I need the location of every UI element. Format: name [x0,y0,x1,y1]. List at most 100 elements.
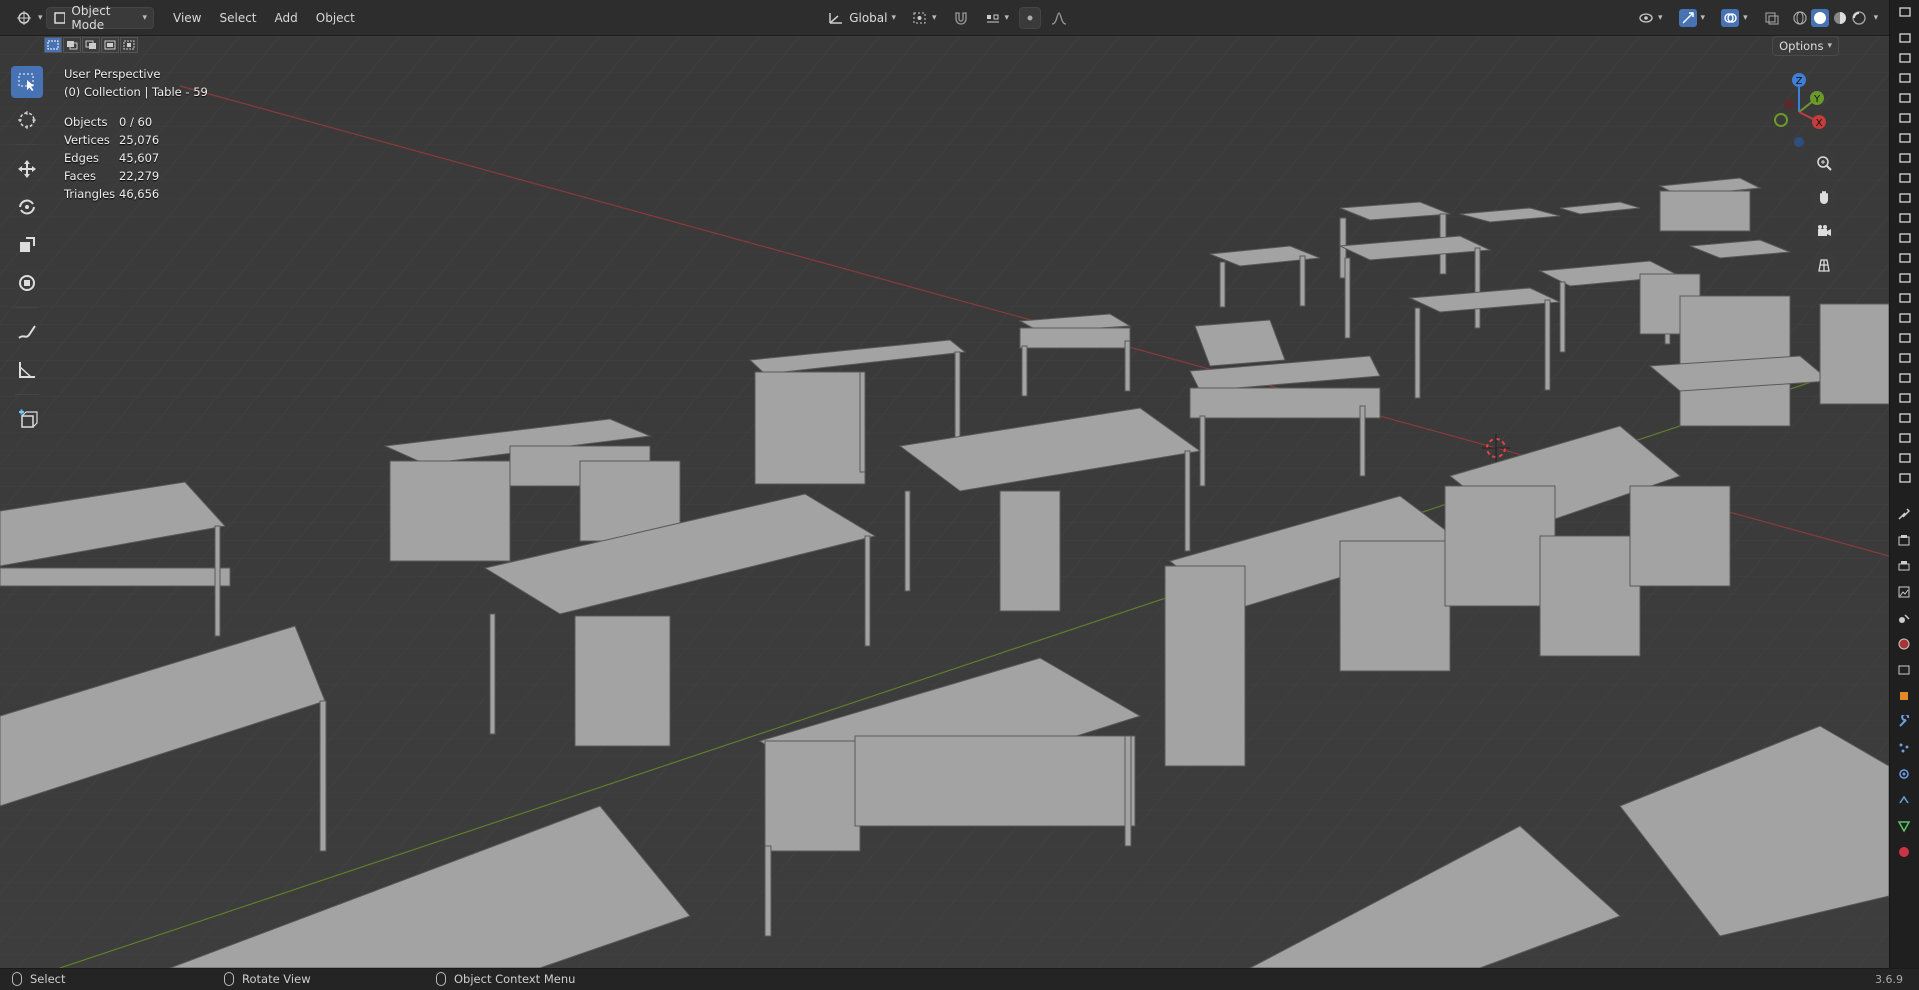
select-new-icon[interactable] [44,37,62,53]
options-dropdown[interactable]: Options ▾ [1772,36,1839,56]
render-toggle-icon[interactable] [1899,213,1911,223]
camera-view-button[interactable] [1811,218,1837,244]
render-toggle-icon[interactable] [1899,293,1911,303]
render-toggle-icon[interactable] [1899,173,1911,183]
gizmo-neg-z[interactable] [1794,137,1804,147]
render-toggle-icon[interactable] [1899,113,1911,123]
stat-value: 25,076 [119,133,160,147]
render-toggle-icon[interactable] [1899,93,1911,103]
render-toggle-icon[interactable] [1899,233,1911,243]
wireframe-shading-icon[interactable] [1792,10,1808,26]
render-toggle-icon[interactable] [1899,193,1911,203]
render-toggle-icon[interactable] [1899,253,1911,263]
camera-icon [1818,225,1831,236]
transform-tool[interactable] [11,267,43,299]
render-toggle-icon[interactable] [1899,413,1911,423]
select-invert-icon[interactable] [101,37,119,53]
select-box-tool[interactable] [11,66,43,98]
falloff-dropdown[interactable] [1045,7,1073,29]
menu-select[interactable]: Select [210,11,265,25]
viewport-header: ▾ Object Mode ▾ View Select Add Object G… [0,0,1889,36]
render-toggle-icon[interactable] [1899,473,1911,483]
render-toggle-icon[interactable] [1899,133,1911,143]
scale-tool[interactable] [11,229,43,261]
render-toggle-icon[interactable] [1899,53,1911,63]
mode-dropdown[interactable]: Object Mode ▾ [46,4,154,32]
particles-properties-tab[interactable] [1895,739,1913,757]
xray-toggle[interactable] [1758,7,1786,29]
measure-tool[interactable] [11,354,43,386]
zoom-button[interactable] [1811,150,1837,176]
navigation-gizmo[interactable]: Z Y X [1759,68,1839,148]
pivot-point-dropdown[interactable]: ▾ [906,7,943,29]
solid-shading-icon[interactable] [1813,11,1827,25]
menu-view[interactable]: View [164,11,210,25]
render-toggle-icon[interactable] [1899,453,1911,463]
perspective-toggle-button[interactable] [1811,252,1837,278]
render-toggle-icon[interactable] [1899,393,1911,403]
toolbar-divider [15,144,39,145]
render-toggle-icon[interactable] [1899,373,1911,383]
material-properties-tab[interactable] [1895,843,1913,861]
select-subtract-icon[interactable] [82,37,100,53]
stat-label: Faces [64,169,96,183]
select-intersect-icon[interactable] [120,37,138,53]
rendered-shading-icon[interactable] [1851,10,1867,26]
chevron-down-icon: ▾ [1004,13,1010,23]
snap-increment-icon [986,14,999,23]
view-layer-tab[interactable] [1895,583,1913,601]
modifier-properties-tab[interactable] [1895,713,1913,731]
editor-type-button[interactable]: ▾ [10,7,49,29]
render-toggle-icon[interactable] [1899,313,1911,323]
annotate-tool[interactable] [11,316,43,348]
proportional-editing-toggle[interactable] [1019,7,1042,29]
collection-properties-tab[interactable] [1895,661,1913,679]
material-shading-icon[interactable] [1832,10,1848,26]
image-icon [1898,586,1910,598]
menu-object[interactable]: Object [307,11,364,25]
pan-button[interactable] [1811,184,1837,210]
render-properties-tab[interactable] [1895,531,1913,549]
3d-viewport[interactable]: User Perspective (0) Collection | Table … [0,36,1889,968]
output-properties-tab[interactable] [1895,557,1913,575]
physics-properties-tab[interactable] [1895,765,1913,783]
data-properties-tab[interactable] [1895,817,1913,835]
scene-properties-tab[interactable] [1895,609,1913,627]
proportional-icon [1027,15,1033,21]
constraints-properties-tab[interactable] [1895,791,1913,809]
render-toggle-icon[interactable] [1899,353,1911,363]
visibility-dropdown[interactable]: ▾ [1632,7,1669,29]
collection-info: (0) Collection | Table - 59 [64,85,208,99]
chevron-down-icon: ▾ [1700,13,1706,23]
add-cube-tool[interactable] [11,403,43,435]
stat-label: Vertices [64,133,110,147]
render-toggle-icon[interactable] [1899,153,1911,163]
move-tool[interactable] [11,153,43,185]
overlays-toggle[interactable]: ▾ [1715,7,1754,29]
select-box-icon [18,73,34,91]
outliner-visibility-column [1899,7,1911,483]
tool-properties-tab[interactable] [1895,505,1913,523]
menu-add[interactable]: Add [266,11,307,25]
shading-modes[interactable]: ▾ [1790,7,1881,29]
rotate-tool[interactable] [11,191,43,223]
object-properties-tab[interactable] [1895,687,1913,705]
render-toggle-icon[interactable] [1899,273,1911,283]
snap-toggle[interactable] [947,7,975,29]
cursor-tool[interactable] [11,104,43,136]
select-extend-icon[interactable] [63,37,81,53]
render-toggle-icon[interactable] [1899,33,1911,43]
render-toggle-icon[interactable] [1899,433,1911,443]
world-properties-tab[interactable] [1895,635,1913,653]
gizmo-neg-y[interactable] [1774,113,1788,127]
transform-orientation-dropdown[interactable]: Global ▾ [822,7,902,29]
transform-icon [19,275,35,291]
render-toggle-icon[interactable] [1899,333,1911,343]
object-mode-icon [54,12,66,24]
snap-target-dropdown[interactable]: ▾ [979,7,1016,29]
scene-canvas[interactable] [0,36,1889,968]
gizmo-toggle[interactable]: ▾ [1673,7,1712,29]
render-toggle-icon[interactable] [1899,7,1911,17]
gizmo-neg-x[interactable] [1784,99,1794,109]
render-toggle-icon[interactable] [1899,73,1911,83]
